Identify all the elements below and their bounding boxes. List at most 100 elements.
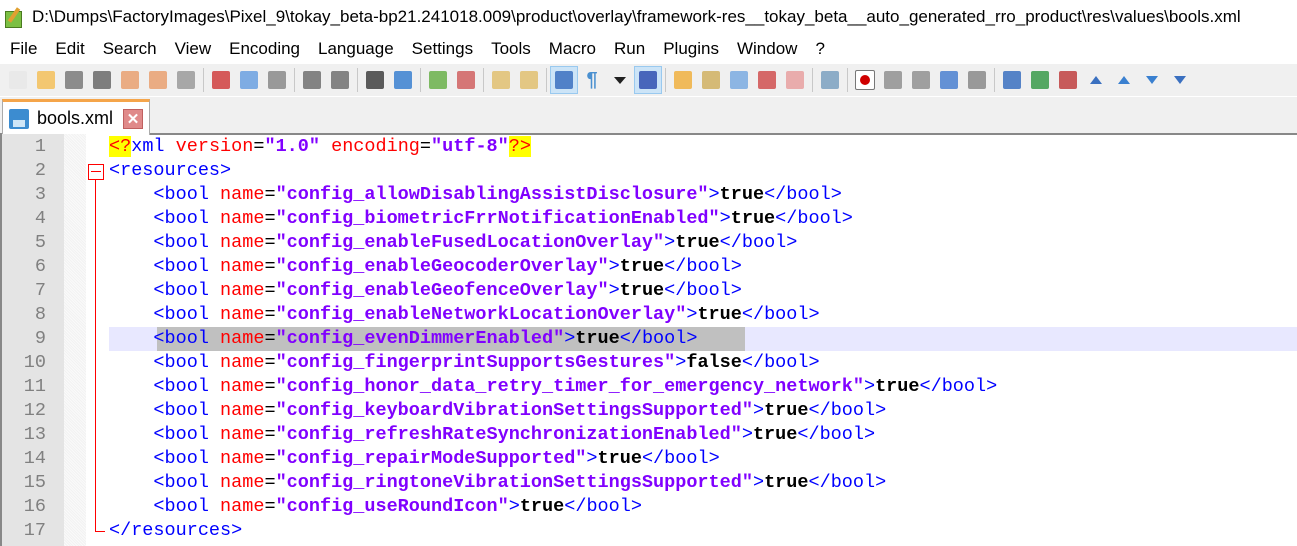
menu-window[interactable]: Window: [727, 39, 805, 59]
xml-tag-token: </bool>: [919, 376, 998, 397]
code-line[interactable]: 8 <bool name="config_enableNetworkLocati…: [2, 303, 1297, 327]
menu-file[interactable]: File: [0, 39, 45, 59]
folder-as-workspace-button[interactable]: [781, 66, 809, 94]
xml-tag-token: >: [675, 352, 687, 373]
menu-help[interactable]: ?: [805, 39, 832, 59]
line-number: 15: [23, 472, 46, 493]
xml-attribute-token: name: [220, 208, 265, 229]
xml-punctuation-token: =: [264, 184, 276, 205]
document-list-button[interactable]: [725, 66, 753, 94]
function-list-button[interactable]: [753, 66, 781, 94]
xml-tag-token: >: [586, 448, 598, 469]
menu-macro[interactable]: Macro: [539, 39, 604, 59]
dropdown-arrow-button[interactable]: [606, 66, 634, 94]
menu-view[interactable]: View: [165, 39, 220, 59]
xml-punctuation-token: =: [264, 376, 276, 397]
code-line[interactable]: 7 <bool name="config_enableGeofenceOverl…: [2, 279, 1297, 303]
code-editor[interactable]: 1 <?xml version="1.0" encoding="utf-8"?> 2…: [0, 134, 1297, 546]
document-map-button[interactable]: [697, 66, 725, 94]
new-file-button[interactable]: [4, 66, 32, 94]
line-code: <bool name="config_enableGeocoderOverlay…: [109, 255, 741, 279]
last-diff-button[interactable]: [1166, 66, 1194, 94]
open-folder-button[interactable]: [32, 66, 60, 94]
undo-button[interactable]: [298, 66, 326, 94]
code-line[interactable]: 2 <resources>: [2, 159, 1297, 183]
code-line[interactable]: 1 <?xml version="1.0" encoding="utf-8"?>: [2, 135, 1297, 159]
xml-attribute-value-token: "config_allowDisablingAssistDisclosure": [275, 184, 709, 205]
menu-search[interactable]: Search: [93, 39, 165, 59]
clear-compare-button[interactable]: [1054, 66, 1082, 94]
monitoring-button[interactable]: [816, 66, 844, 94]
sync-vertical-button[interactable]: [487, 66, 515, 94]
find-button[interactable]: [361, 66, 389, 94]
code-line[interactable]: 6 <bool name="config_enableGeocoderOverl…: [2, 255, 1297, 279]
menu-encoding[interactable]: Encoding: [219, 39, 308, 59]
next-diff-button[interactable]: [1138, 66, 1166, 94]
print-button[interactable]: [172, 66, 200, 94]
copy-button[interactable]: [235, 66, 263, 94]
close-tab-icon[interactable]: ✕: [123, 108, 144, 129]
first-diff-button[interactable]: [1082, 66, 1110, 94]
run-macro-multiple-button[interactable]: [935, 66, 963, 94]
indent-guide-button[interactable]: [634, 66, 662, 94]
xml-punctuation-token: =: [264, 400, 276, 421]
menu-tools[interactable]: Tools: [481, 39, 539, 59]
line-number: 17: [23, 520, 46, 541]
menu-run[interactable]: Run: [604, 39, 653, 59]
redo-button[interactable]: [326, 66, 354, 94]
zoom-out-button[interactable]: [452, 66, 480, 94]
stop-recording-button[interactable]: [879, 66, 907, 94]
compare-button[interactable]: [1026, 66, 1054, 94]
line-code: <bool name="config_keyboardVibrationSett…: [109, 399, 886, 423]
record-macro-button[interactable]: [851, 66, 879, 94]
code-line[interactable]: 13 <bool name="config_refreshRateSynchro…: [2, 423, 1297, 447]
code-line[interactable]: 12 <bool name="config_keyboardVibrationS…: [2, 399, 1297, 423]
word-wrap-button[interactable]: [550, 66, 578, 94]
xml-tag-token: </bool>: [741, 304, 820, 325]
cut-button[interactable]: [207, 66, 235, 94]
code-line[interactable]: 9 <bool name="config_evenDimmerEnabled">…: [2, 327, 1297, 351]
menu-language[interactable]: Language: [308, 39, 402, 59]
show-all-characters-button[interactable]: ¶: [578, 66, 606, 94]
last-diff-icon: [1174, 76, 1186, 84]
xml-punctuation-token: =: [264, 304, 276, 325]
code-line[interactable]: 17 </resources>: [2, 519, 1297, 543]
fold-collapse-icon[interactable]: [88, 164, 104, 180]
code-line[interactable]: 4 <bool name="config_biometricFrrNotific…: [2, 207, 1297, 231]
code-line[interactable]: 16 <bool name="config_useRoundIcon">true…: [2, 495, 1297, 519]
show-all-characters-icon: ¶: [586, 69, 598, 91]
menu-settings[interactable]: Settings: [402, 39, 481, 59]
zoom-in-button[interactable]: [424, 66, 452, 94]
tab-bools-xml[interactable]: bools.xml ✕: [2, 99, 150, 135]
xml-attribute-token: name: [220, 328, 265, 349]
close-all-button[interactable]: [144, 66, 172, 94]
bookmark-button[interactable]: [998, 66, 1026, 94]
code-line[interactable]: 15 <bool name="config_ringtoneVibrationS…: [2, 471, 1297, 495]
menu-edit[interactable]: Edit: [45, 39, 92, 59]
close-all-icon: [149, 71, 167, 89]
code-line[interactable]: 11 <bool name="config_honor_data_retry_t…: [2, 375, 1297, 399]
indent-guide-icon: [639, 71, 657, 89]
find-icon: [366, 71, 384, 89]
menu-plugins[interactable]: Plugins: [653, 39, 727, 59]
user-defined-language-button[interactable]: [669, 66, 697, 94]
code-line[interactable]: 10 <bool name="config_fingerprintSupport…: [2, 351, 1297, 375]
code-line[interactable]: 3 <bool name="config_allowDisablingAssis…: [2, 183, 1297, 207]
code-line[interactable]: 14 <bool name="config_repairModeSupporte…: [2, 447, 1297, 471]
save-button[interactable]: [60, 66, 88, 94]
close-button[interactable]: [116, 66, 144, 94]
replace-button[interactable]: [389, 66, 417, 94]
sync-horizontal-button[interactable]: [515, 66, 543, 94]
playback-macro-button[interactable]: [907, 66, 935, 94]
paste-button[interactable]: [263, 66, 291, 94]
xml-text-token: true: [597, 448, 642, 469]
xml-tag-token: <bool: [109, 256, 221, 277]
tab-label: bools.xml: [37, 108, 114, 128]
xml-attribute-value-token: "config_repairModeSupported": [275, 448, 587, 469]
save-all-button[interactable]: [88, 66, 116, 94]
save-macro-button[interactable]: [963, 66, 991, 94]
xml-punctuation-token: =: [264, 496, 276, 517]
prev-diff-button[interactable]: [1110, 66, 1138, 94]
code-line[interactable]: 5 <bool name="config_enableFusedLocation…: [2, 231, 1297, 255]
xml-attribute-token: name: [220, 352, 265, 373]
